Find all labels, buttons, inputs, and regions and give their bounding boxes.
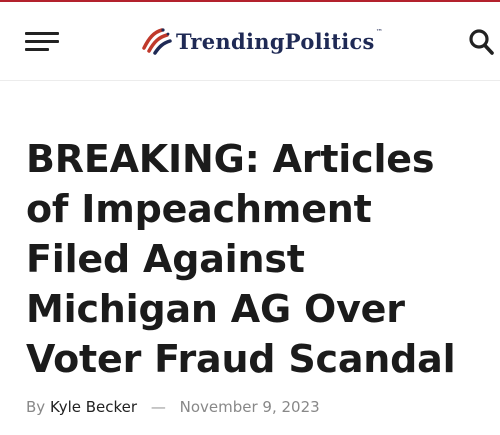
byline-prefix: By xyxy=(26,398,46,416)
menu-line xyxy=(25,40,59,43)
byline-separator: — xyxy=(150,398,166,416)
brand-name: TrendingPolitics xyxy=(176,28,375,54)
article-title: BREAKING: Articles of Impeachment Filed … xyxy=(26,137,456,381)
menu-line xyxy=(25,48,49,51)
publish-date: November 9, 2023 xyxy=(179,398,320,416)
article-byline: By Kyle Becker — November 9, 2023 xyxy=(26,398,320,416)
site-header: TrendingPolitics ™ xyxy=(0,2,500,81)
menu-line xyxy=(25,32,59,35)
trademark-symbol: ™ xyxy=(375,28,383,36)
flag-stripes-logo-icon xyxy=(142,28,172,55)
search-icon[interactable] xyxy=(468,28,494,56)
site-logo[interactable]: TrendingPolitics ™ xyxy=(140,26,383,56)
author-link[interactable]: Kyle Becker xyxy=(50,398,137,416)
hamburger-menu-icon[interactable] xyxy=(25,32,59,52)
